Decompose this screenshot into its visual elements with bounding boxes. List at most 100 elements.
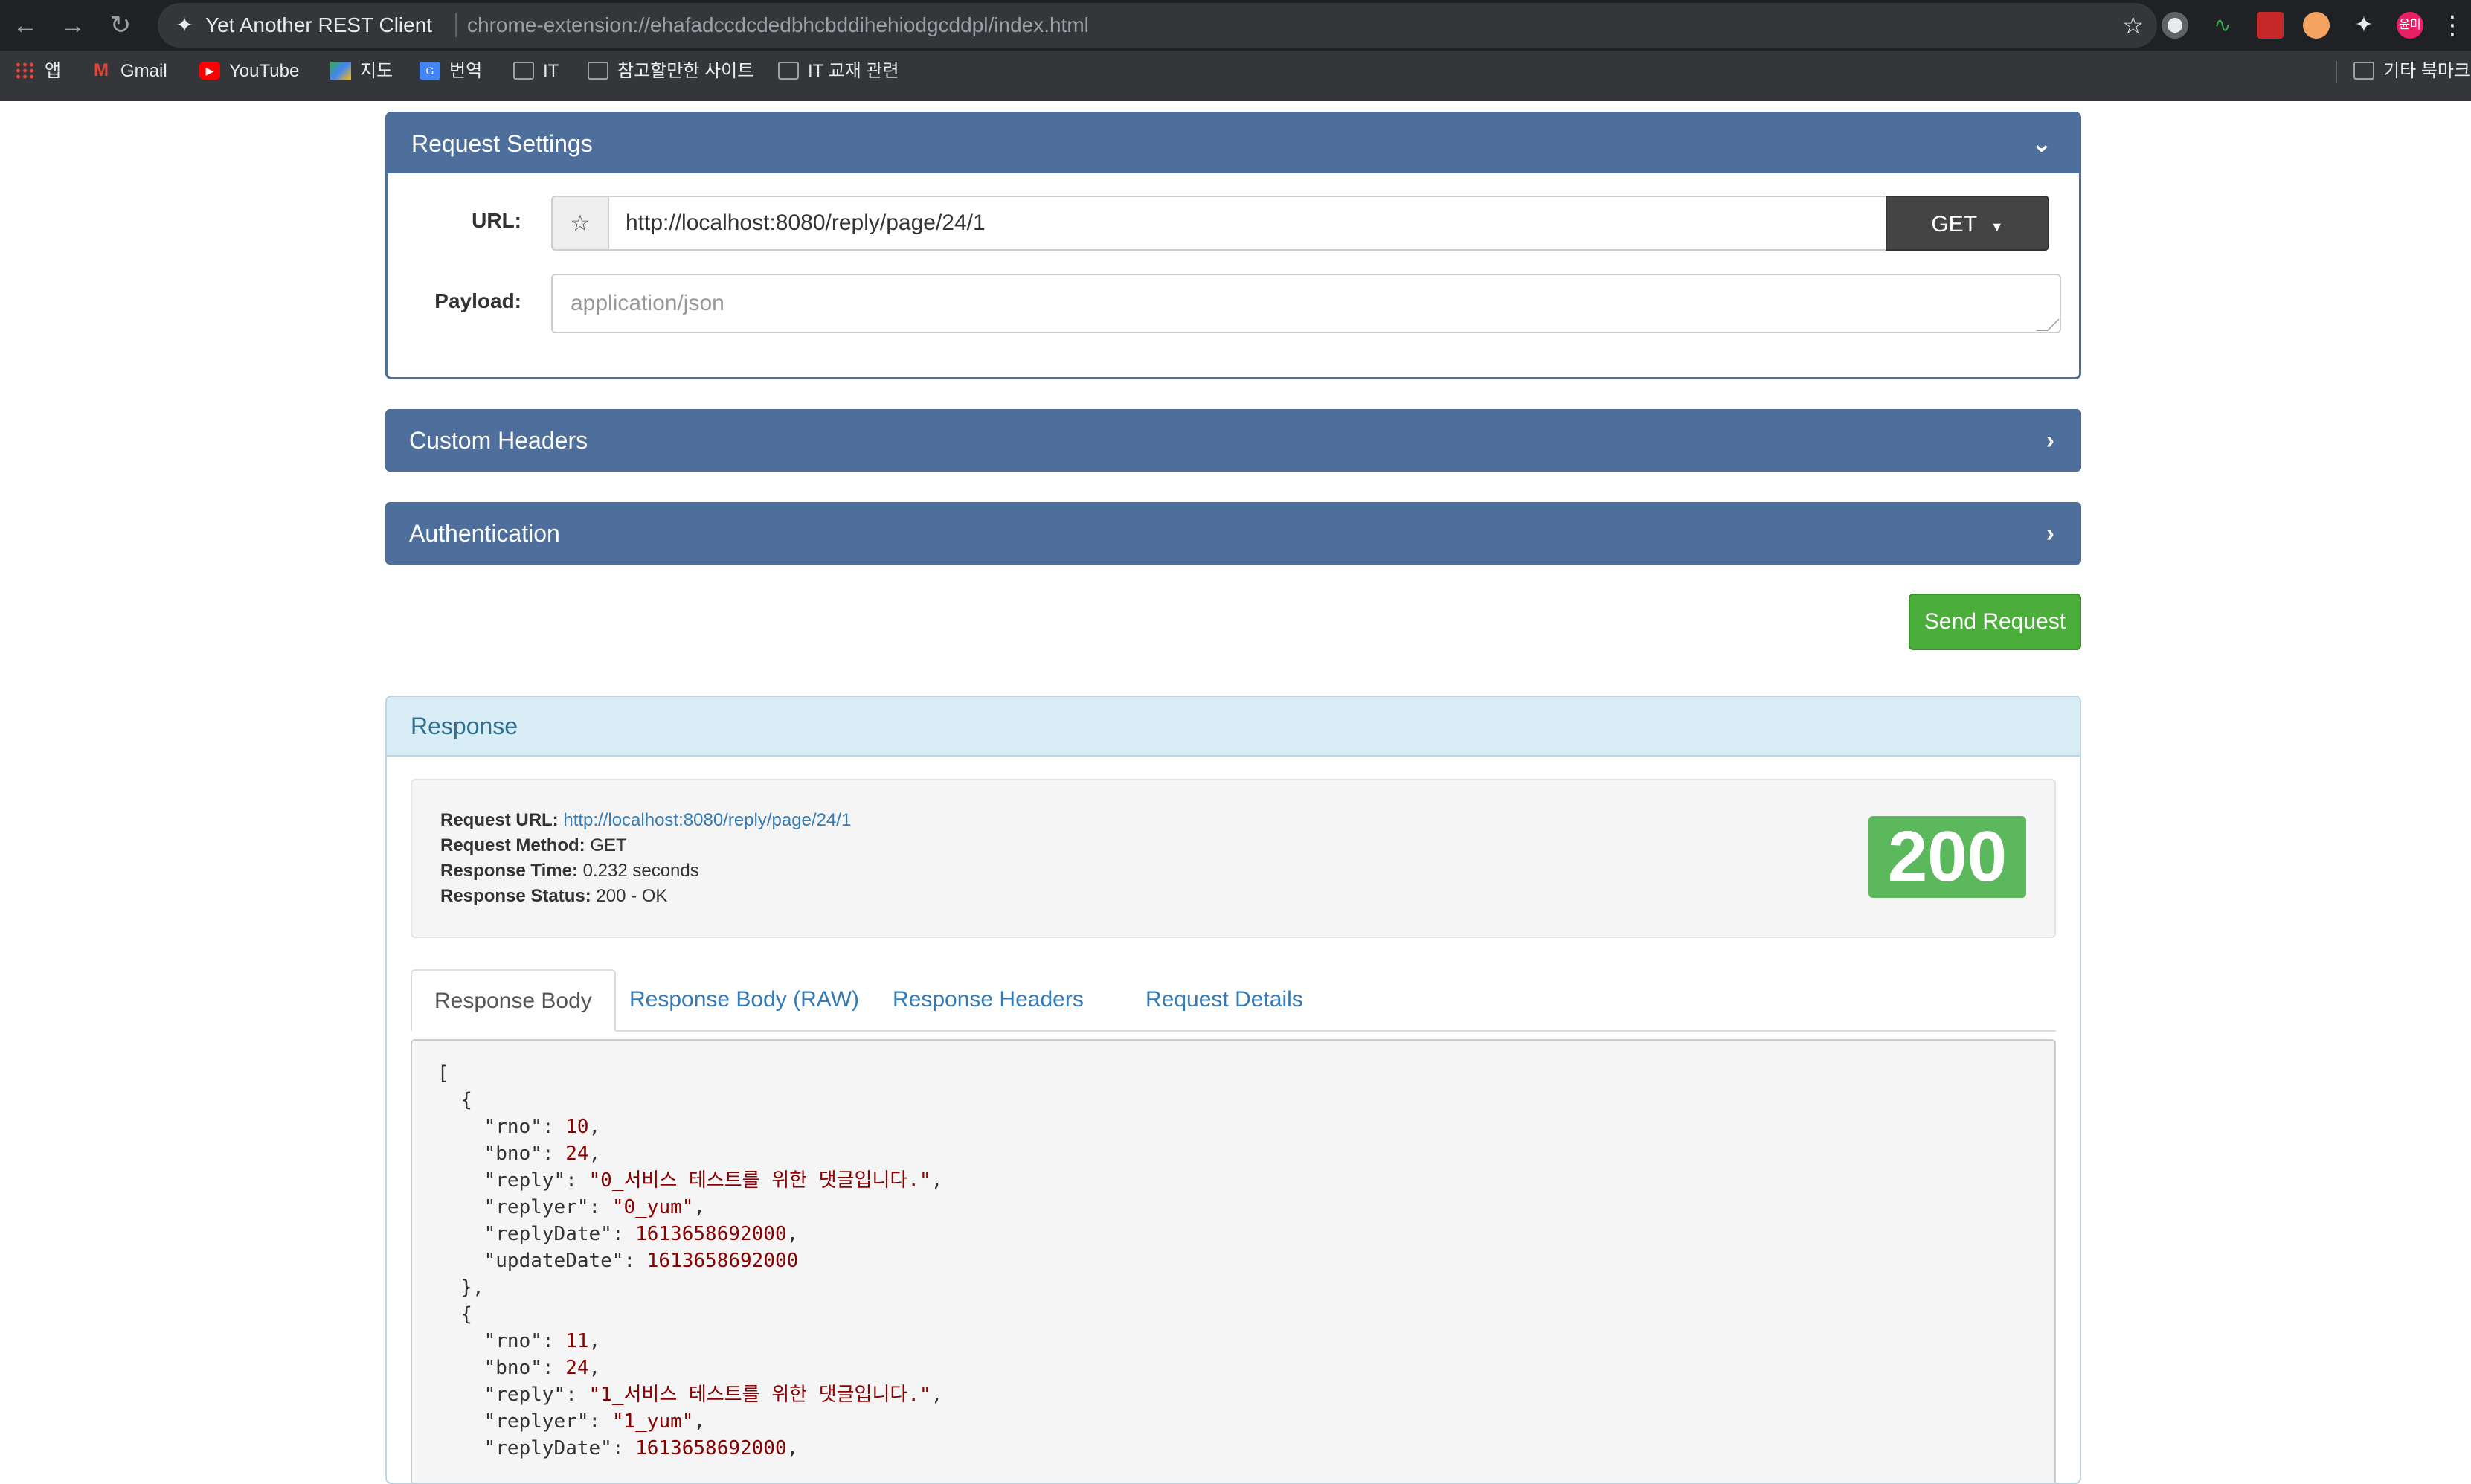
extension-red-book-icon[interactable] (2257, 12, 2284, 39)
url-input[interactable]: http://localhost:8080/reply/page/24/1 (608, 196, 1887, 251)
json-key: "bno" (483, 1357, 542, 1379)
reload-icon[interactable]: ↻ (106, 10, 135, 40)
bookmark-label: YouTube (229, 61, 300, 81)
folder-icon (778, 61, 799, 80)
json-string-value: "1_서비스 테스트를 위한 댓글입니다." (588, 1384, 931, 1406)
custom-headers-title: Custom Headers (409, 427, 588, 454)
bookmark-translate[interactable]: G 번역 (420, 51, 482, 92)
extension-circle-icon[interactable] (2162, 12, 2188, 39)
json-key: "reply" (483, 1169, 566, 1192)
json-number-value: 24 (565, 1143, 589, 1165)
url-label: URL: (472, 209, 521, 232)
tab-response-body-raw[interactable]: Response Body (RAW) (607, 969, 881, 1030)
bookmark-label: IT 교재 관련 (808, 61, 899, 81)
tab-response-body[interactable]: Response Body (411, 969, 616, 1032)
bookmark-apps[interactable]: 앱 (15, 51, 61, 92)
json-key: "updateDate" (483, 1250, 624, 1272)
json-string-value: "0_서비스 테스트를 위한 댓글입니다." (588, 1169, 931, 1192)
bookmark-maps[interactable]: 지도 (330, 51, 393, 92)
json-number-value: 24 (565, 1357, 589, 1379)
authentication-panel: Authentication › (385, 502, 2081, 565)
bookmarks-divider (2336, 61, 2337, 83)
extension-wave-icon[interactable]: ∿ (2209, 12, 2236, 39)
bookmark-label: 기타 북마크 (2383, 61, 2471, 81)
json-string-value: "0_yum" (611, 1196, 694, 1218)
request-settings-header[interactable]: Request Settings ⌄ (388, 114, 2079, 173)
response-tabs: Response Body Response Body (RAW) Respon… (411, 969, 2056, 1032)
request-method-line: Request Method: GET (440, 835, 627, 856)
method-dropdown[interactable]: GET ▼ (1886, 196, 2049, 251)
payload-textarea[interactable]: application/json (551, 274, 2061, 333)
json-key: "rno" (483, 1330, 542, 1352)
request-settings-panel: Request Settings ⌄ URL: ☆ http://localho… (385, 112, 2081, 379)
request-url-link[interactable]: http://localhost:8080/reply/page/24/1 (563, 810, 851, 830)
folder-icon (513, 61, 534, 80)
send-request-button[interactable]: Send Request (1909, 594, 2081, 650)
address-separator (455, 13, 457, 37)
bookmark-label: 앱 (45, 61, 62, 81)
bookmark-label: 참고할만한 사이트 (617, 61, 754, 81)
folder-icon (2353, 61, 2374, 80)
bookmark-youtube[interactable]: ▶ YouTube (199, 51, 299, 92)
json-number-value: 11 (565, 1330, 589, 1352)
url-input-group: ☆ http://localhost:8080/reply/page/24/1 … (551, 196, 2055, 252)
apps-grid-icon (15, 61, 36, 80)
browser-toolbar: ← → ↻ ✦ Yet Another REST Client chrome-e… (0, 0, 2471, 51)
bookmark-folder-reference[interactable]: 참고할만한 사이트 (588, 51, 753, 92)
extension-cookie-icon[interactable] (2303, 12, 2330, 39)
puzzle-piece-icon: ✦ (176, 13, 193, 36)
request-url-label: Request URL: (440, 810, 559, 830)
custom-headers-header[interactable]: Custom Headers › (385, 409, 2081, 472)
extensions-puzzle-icon[interactable]: ✦ (2350, 12, 2377, 39)
address-url[interactable]: chrome-extension://ehafadccdcdedbhcbddih… (467, 3, 1089, 48)
response-time-line: Response Time: 0.232 seconds (440, 861, 699, 881)
bookmark-label: IT (543, 61, 559, 81)
json-key: "rno" (483, 1116, 542, 1138)
response-status-label: Response Status: (440, 886, 591, 906)
request-method-value: GET (590, 835, 627, 855)
authentication-header[interactable]: Authentication › (385, 502, 2081, 565)
back-arrow-icon[interactable]: ← (10, 10, 40, 40)
bookmark-star-icon[interactable]: ☆ (2122, 3, 2144, 48)
json-key: "replyer" (483, 1196, 589, 1218)
payload-label: Payload: (434, 289, 521, 312)
response-body-json: [ { "rno": 10, "bno": 24, "reply": "0_서비… (437, 1062, 943, 1459)
menu-kebab-icon[interactable]: ⋮ (2440, 10, 2465, 40)
profile-avatar[interactable]: 윤미 (2397, 12, 2423, 39)
bookmark-folder-it-textbook[interactable]: IT 교재 관련 (778, 51, 899, 92)
json-number-value: 1613658692000 (635, 1437, 787, 1459)
bookmark-label: Gmail (121, 61, 167, 81)
response-body-viewer[interactable]: [ { "rno": 10, "bno": 24, "reply": "0_서비… (411, 1039, 2056, 1483)
tab-request-details[interactable]: Request Details (1123, 969, 1326, 1030)
method-value: GET (1931, 212, 1977, 237)
forward-arrow-icon[interactable]: → (58, 10, 88, 40)
request-method-label: Request Method: (440, 835, 585, 855)
tab-response-headers[interactable]: Response Headers (870, 969, 1106, 1030)
gmail-icon: M (94, 60, 109, 80)
json-number-value: 1613658692000 (635, 1223, 787, 1245)
json-number-value: 1613658692000 (646, 1250, 799, 1272)
bookmark-folder-it[interactable]: IT (513, 51, 559, 92)
address-bar[interactable]: ✦ Yet Another REST Client chrome-extensi… (158, 3, 2157, 48)
response-status-line: Response Status: 200 - OK (440, 886, 667, 907)
request-settings-title: Request Settings (411, 130, 593, 157)
youtube-icon: ▶ (199, 61, 220, 80)
response-status-value: 200 - OK (596, 886, 668, 906)
chevron-right-icon[interactable]: › (2046, 409, 2054, 472)
json-number-value: 10 (565, 1116, 589, 1138)
custom-headers-panel: Custom Headers › (385, 409, 2081, 472)
json-string-value: "1_yum" (611, 1410, 694, 1433)
bookmarks-bar: 앱 M Gmail ▶ YouTube 지도 G 번역 IT 참고할만한 사이트 IT… (0, 51, 2471, 101)
bookmark-gmail[interactable]: M Gmail (91, 51, 167, 92)
response-panel: Response Request URL: http://localhost:8… (385, 696, 2081, 1484)
chevron-right-icon[interactable]: › (2046, 502, 2054, 565)
bookmark-label: 번역 (449, 61, 483, 81)
request-url-line: Request URL: http://localhost:8080/reply… (440, 810, 851, 831)
response-summary: Request URL: http://localhost:8080/reply… (411, 779, 2056, 938)
favorite-star-icon[interactable]: ☆ (551, 196, 608, 251)
response-time-label: Response Time: (440, 861, 578, 881)
bookmark-other[interactable]: 기타 북마크 (2353, 51, 2470, 92)
json-key: "replyDate" (483, 1223, 612, 1245)
chevron-down-icon[interactable]: ⌄ (2031, 114, 2053, 173)
site-title: Yet Another REST Client (205, 13, 433, 36)
